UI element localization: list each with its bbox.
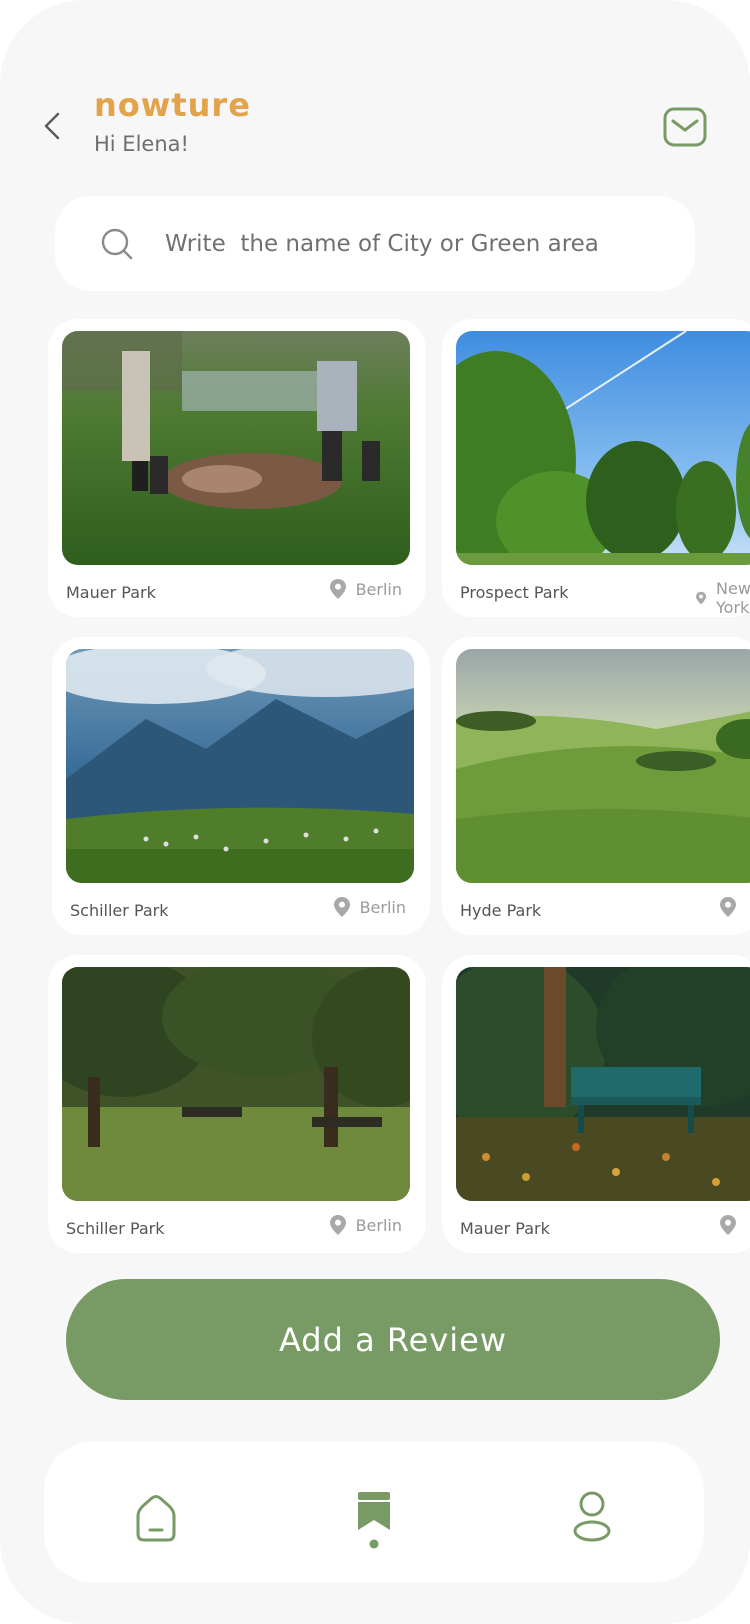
bookmark-icon bbox=[358, 1492, 390, 1549]
nav-profile[interactable] bbox=[568, 1488, 616, 1546]
park-city: Berlin bbox=[359, 897, 406, 917]
park-location bbox=[720, 1215, 746, 1235]
location-pin-icon bbox=[329, 1215, 346, 1235]
park-location: New York bbox=[696, 579, 750, 617]
greeting-text: Hi Elena! bbox=[94, 132, 189, 156]
location-pin-icon bbox=[329, 579, 346, 599]
park-location: Berlin bbox=[329, 1215, 402, 1235]
app-logo: nowture bbox=[94, 86, 251, 124]
location-pin-icon bbox=[720, 1215, 736, 1235]
park-name: Schiller Park bbox=[70, 901, 169, 920]
location-pin-icon bbox=[720, 897, 736, 917]
search-icon bbox=[101, 228, 133, 260]
park-name: Hyde Park bbox=[460, 901, 542, 920]
nav-bookmarks[interactable] bbox=[350, 1488, 398, 1549]
park-city: Berlin bbox=[355, 1215, 402, 1235]
park-card[interactable]: Schiller Park Berlin bbox=[48, 955, 426, 1253]
location-pin-icon bbox=[696, 591, 707, 605]
park-card[interactable]: Hyde Park bbox=[442, 637, 750, 935]
home-icon bbox=[136, 1495, 176, 1542]
park-photo bbox=[62, 967, 410, 1201]
park-location bbox=[720, 897, 746, 917]
park-name: Mauer Park bbox=[66, 583, 156, 602]
park-location: Berlin bbox=[329, 579, 402, 599]
park-name: Schiller Park bbox=[66, 1219, 165, 1238]
add-review-button[interactable]: Add a Review bbox=[66, 1279, 720, 1400]
bottom-nav bbox=[44, 1442, 704, 1582]
park-card[interactable]: Schiller Park Berlin bbox=[52, 637, 430, 935]
search-bar bbox=[55, 196, 695, 291]
park-name: Prospect Park bbox=[460, 583, 569, 602]
user-icon bbox=[573, 1491, 611, 1542]
chevron-left-icon bbox=[44, 112, 60, 140]
messages-button[interactable] bbox=[662, 106, 708, 148]
search-input[interactable] bbox=[163, 220, 677, 268]
park-photo bbox=[66, 649, 414, 883]
park-city: Berlin bbox=[355, 579, 402, 599]
park-card[interactable]: Mauer Park Berlin bbox=[48, 319, 426, 617]
back-button[interactable] bbox=[34, 106, 74, 146]
park-photo bbox=[456, 649, 750, 883]
park-city: New York bbox=[716, 579, 750, 617]
park-card[interactable]: Prospect Park New York bbox=[442, 319, 750, 617]
park-card[interactable]: Mauer Park bbox=[442, 955, 750, 1253]
park-location: Berlin bbox=[333, 897, 406, 917]
mail-icon bbox=[663, 107, 707, 147]
park-photo bbox=[456, 331, 750, 565]
app-screen: nowture Hi Elena! Write the name of City… bbox=[0, 0, 750, 1624]
park-photo bbox=[456, 967, 750, 1201]
park-photo bbox=[62, 331, 410, 565]
nav-home[interactable] bbox=[132, 1488, 180, 1546]
park-name: Mauer Park bbox=[460, 1219, 550, 1238]
location-pin-icon bbox=[333, 897, 350, 917]
